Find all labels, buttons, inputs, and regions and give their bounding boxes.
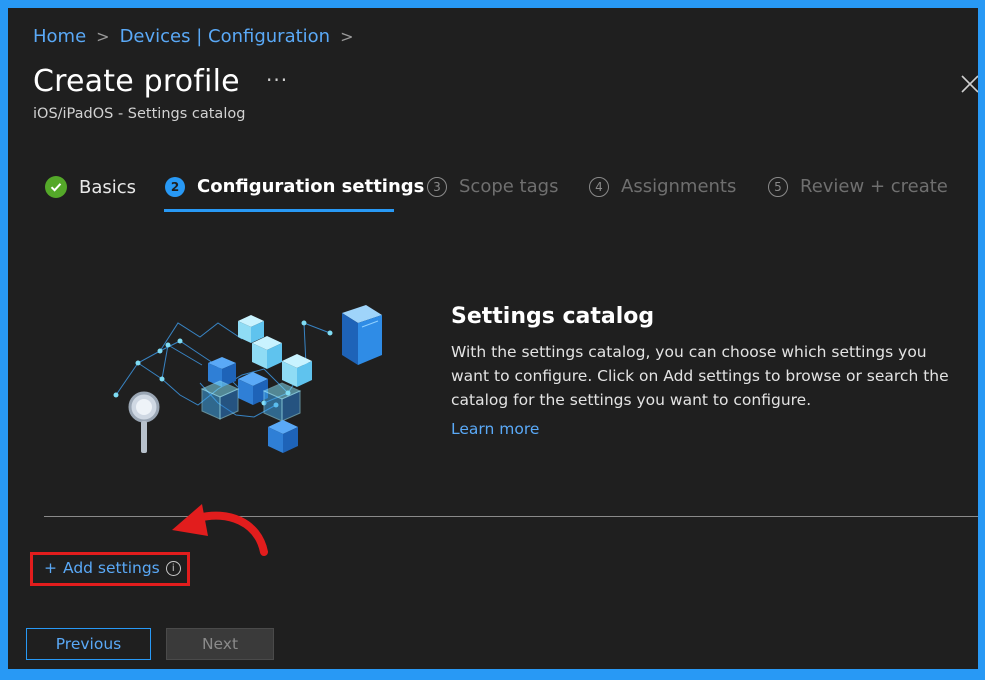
step-review-create[interactable]: 5 Review + create xyxy=(768,176,948,197)
page-title: Create profile xyxy=(33,64,240,99)
plus-icon: + xyxy=(44,559,57,577)
close-icon[interactable] xyxy=(958,72,978,96)
step-label: Scope tags xyxy=(459,176,559,197)
step-label: Review + create xyxy=(800,176,948,197)
step-scope-tags[interactable]: 3 Scope tags xyxy=(427,176,558,197)
settings-catalog-title: Settings catalog xyxy=(451,304,655,329)
step-assignments[interactable]: 4 Assignments xyxy=(589,176,736,197)
create-profile-blade: Home > Devices | Configuration > Create … xyxy=(8,8,978,669)
step-label: Basics xyxy=(79,176,137,198)
breadcrumb-separator: > xyxy=(96,27,110,46)
breadcrumb-separator: > xyxy=(340,27,354,46)
next-button[interactable]: Next xyxy=(166,628,274,660)
step-basics[interactable]: Basics xyxy=(45,176,136,198)
breadcrumb-devices-link[interactable]: Devices | Configuration xyxy=(120,26,331,47)
step-label: Configuration settings xyxy=(197,176,425,197)
breadcrumb: Home > Devices | Configuration > xyxy=(33,26,363,47)
more-options-icon[interactable]: ··· xyxy=(266,68,288,92)
magnifier-icon xyxy=(128,391,160,453)
book-icon xyxy=(342,305,382,365)
step-number: 4 xyxy=(589,176,609,197)
step-label: Assignments xyxy=(621,176,737,197)
step-number: 3 xyxy=(427,176,447,197)
previous-button[interactable]: Previous xyxy=(26,628,151,660)
add-settings-link[interactable]: + Add settings i xyxy=(44,559,181,577)
active-step-indicator xyxy=(164,209,394,212)
page-subtitle: iOS/iPadOS - Settings catalog xyxy=(33,106,246,122)
info-icon[interactable]: i xyxy=(165,560,181,576)
checkmark-icon xyxy=(45,176,67,198)
step-number: 5 xyxy=(768,176,788,197)
step-number: 2 xyxy=(165,176,185,197)
breadcrumb-home-link[interactable]: Home xyxy=(33,26,86,47)
learn-more-link[interactable]: Learn more xyxy=(451,420,539,438)
settings-catalog-illustration xyxy=(108,293,408,467)
settings-catalog-description: With the settings catalog, you can choos… xyxy=(451,343,949,409)
step-configuration-settings[interactable]: 2 Configuration settings xyxy=(165,176,424,197)
add-settings-label: Add settings xyxy=(63,559,160,577)
